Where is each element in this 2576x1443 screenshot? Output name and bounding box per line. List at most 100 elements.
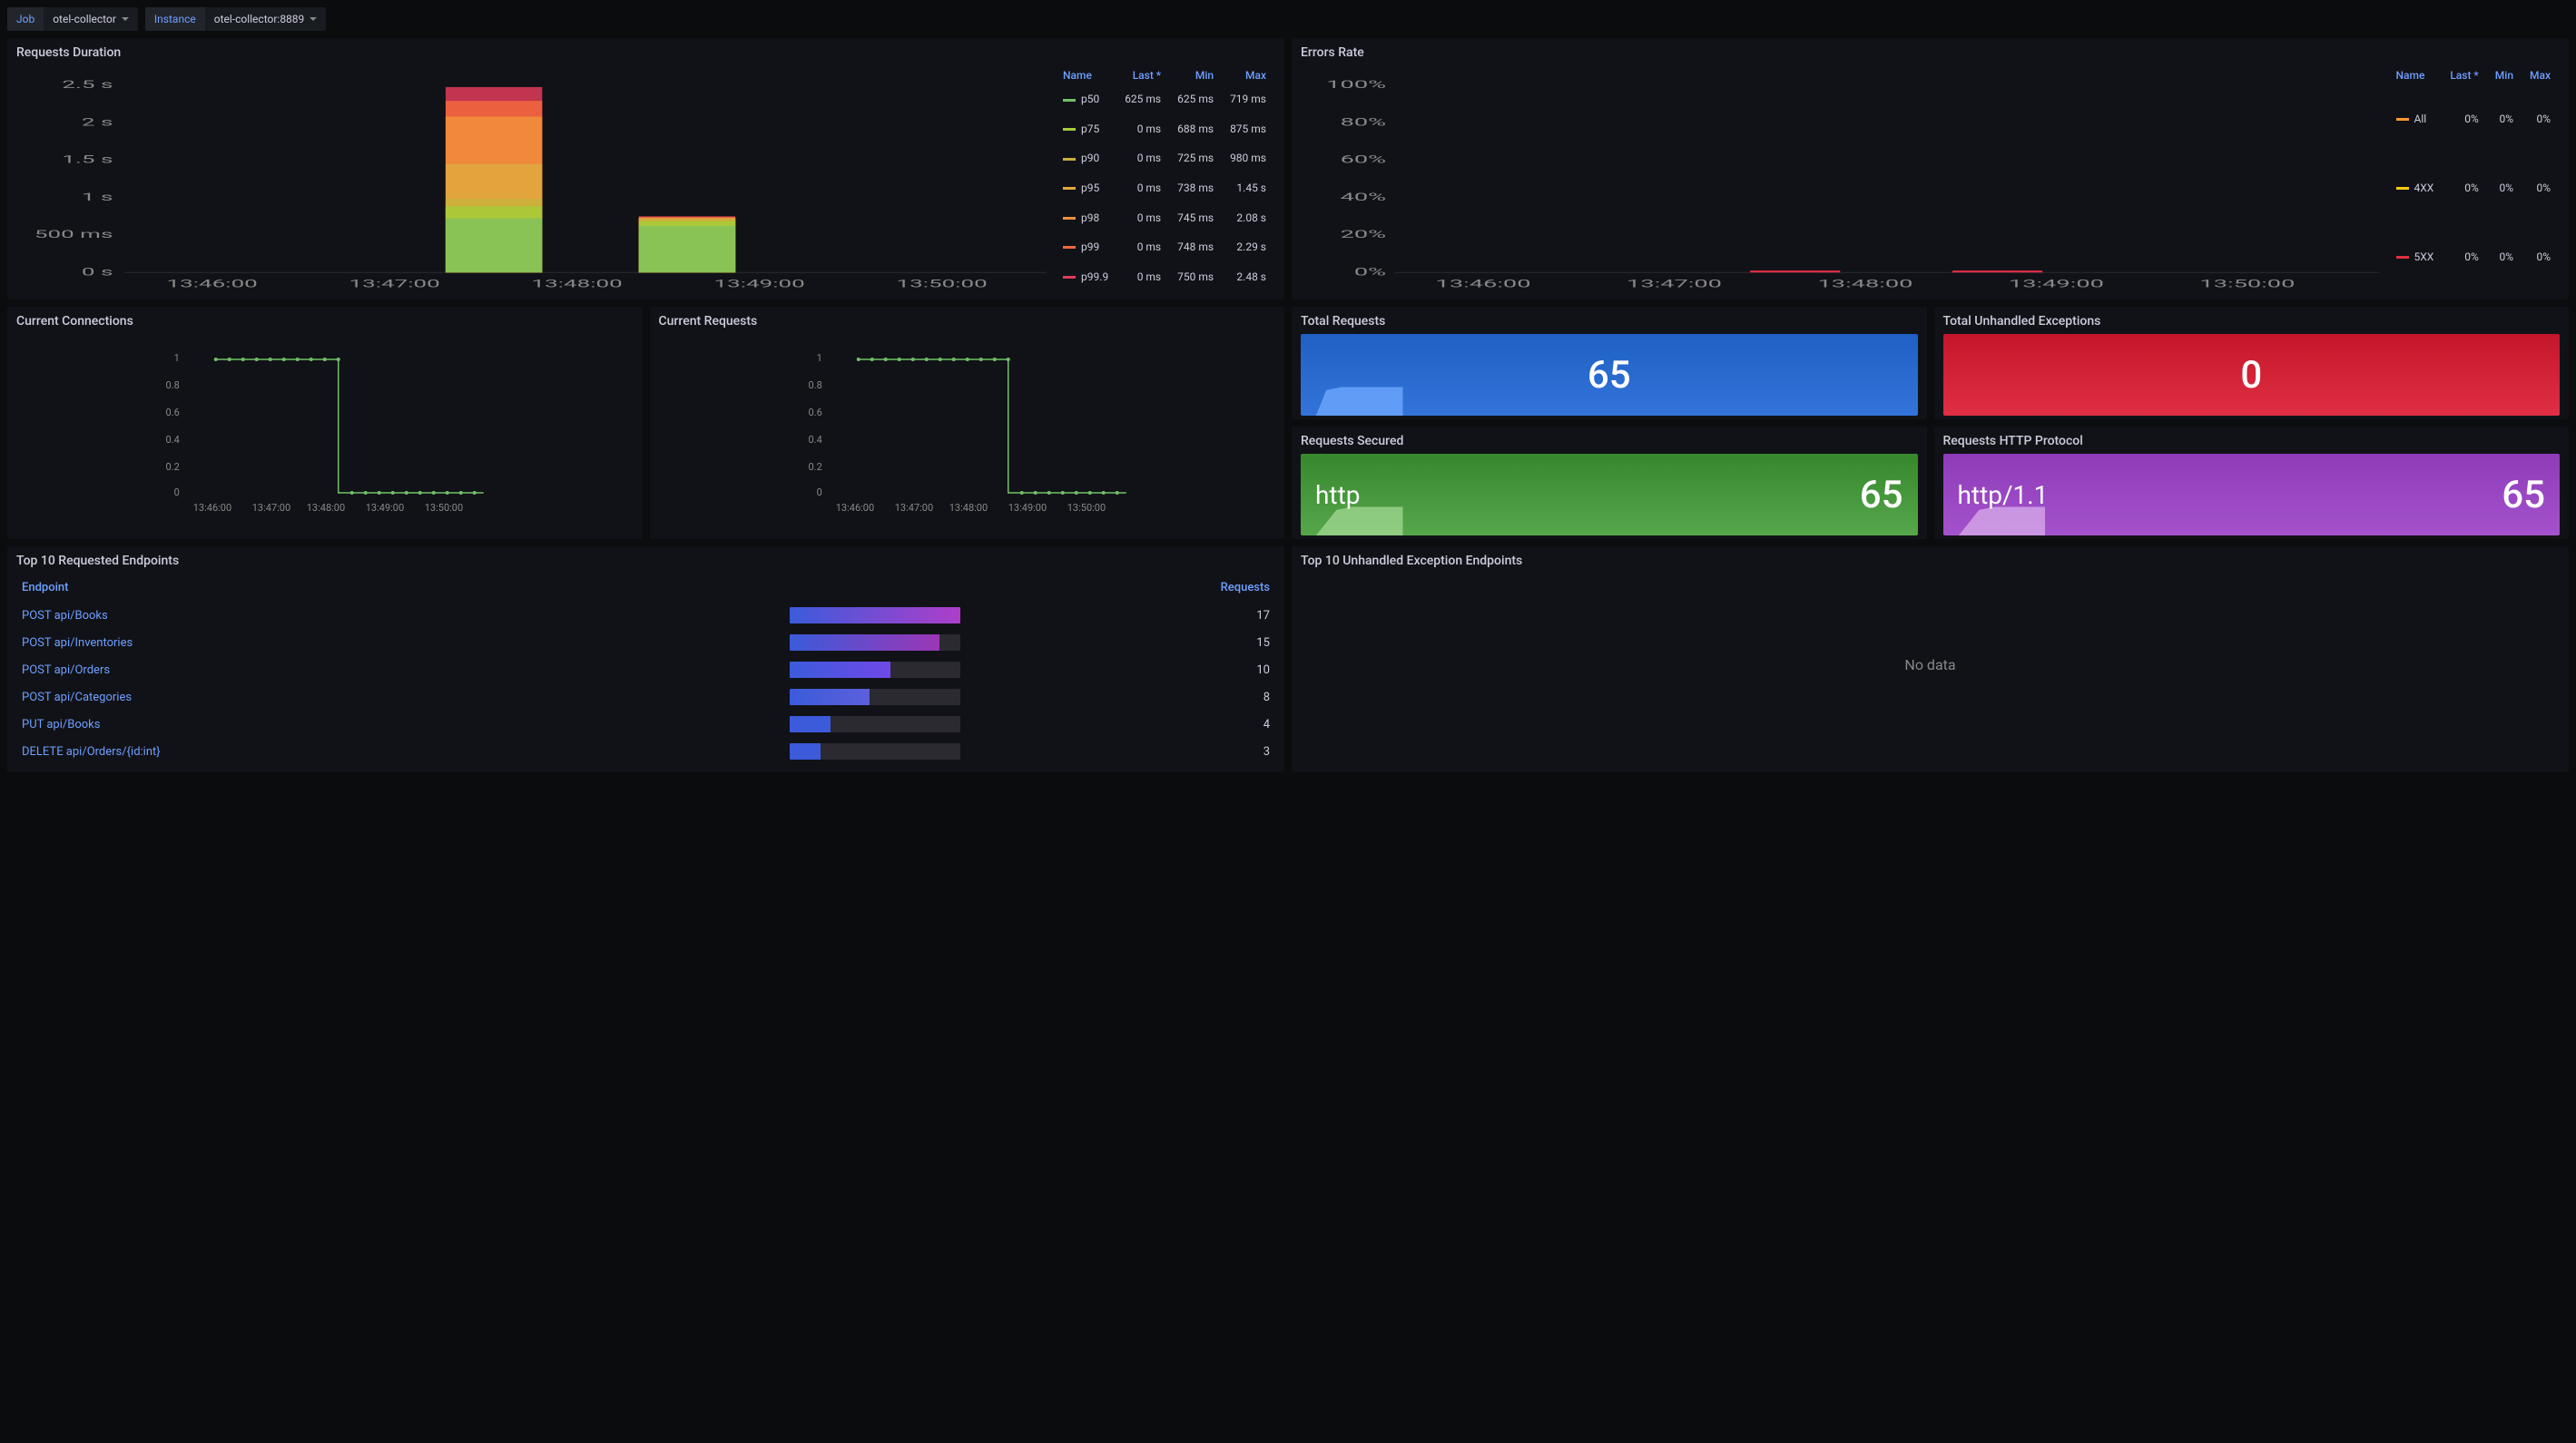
endpoint-link[interactable]: POST api/Books	[16, 602, 784, 629]
endpoint-count: 17	[966, 602, 1275, 629]
legend-row[interactable]: All0%0%0%	[2389, 85, 2558, 152]
legend-col-max[interactable]: Max	[1223, 67, 1273, 83]
panel-requests-protocol[interactable]: Requests HTTP Protocol http/1.1 65	[1934, 427, 2570, 539]
job-value: otel-collector	[53, 13, 116, 25]
no-data-message: No data	[1301, 574, 2560, 755]
svg-text:13:46:00: 13:46:00	[1436, 278, 1531, 290]
legend-row[interactable]: p99.90 ms750 ms2.48 s	[1056, 262, 1273, 290]
svg-text:1.5 s: 1.5 s	[62, 152, 113, 165]
legend-row[interactable]: p980 ms745 ms2.08 s	[1056, 203, 1273, 231]
instance-variable: Instance otel-collector:8889	[145, 7, 326, 31]
legend-col-name[interactable]: Name	[2389, 67, 2442, 83]
legend-row[interactable]: 4XX0%0%0%	[2389, 154, 2558, 221]
svg-text:13:47:00: 13:47:00	[1627, 278, 1722, 290]
svg-text:0.4: 0.4	[808, 434, 821, 446]
svg-text:13:46:00: 13:46:00	[835, 502, 873, 514]
table-row: DELETE api/Orders/{id:int} 3	[16, 738, 1275, 765]
stat-label: http/1.1	[1958, 480, 2049, 510]
endpoint-link[interactable]: DELETE api/Orders/{id:int}	[16, 738, 784, 765]
panel-title: Total Requests	[1301, 314, 1918, 329]
legend-col-last[interactable]: Last *	[1117, 67, 1168, 83]
svg-text:0.6: 0.6	[808, 407, 821, 418]
endpoint-link[interactable]: POST api/Orders	[16, 656, 784, 683]
requests-duration-chart[interactable]: 0 s 500 ms 1 s 1.5 s 2 s 2.5 s	[16, 65, 1047, 292]
svg-text:0.8: 0.8	[808, 379, 821, 391]
job-select[interactable]: otel-collector	[44, 7, 138, 31]
svg-text:80%: 80%	[1341, 116, 1387, 129]
svg-text:100%: 100%	[1326, 78, 1386, 91]
panel-top-exceptions[interactable]: Top 10 Unhandled Exception Endpoints No …	[1292, 546, 2569, 772]
legend-col-last[interactable]: Last *	[2443, 67, 2485, 83]
svg-text:0: 0	[816, 486, 821, 498]
table-row: POST api/Orders 10	[16, 656, 1275, 683]
svg-text:13:48:00: 13:48:00	[1818, 278, 1913, 290]
svg-text:1: 1	[816, 352, 821, 364]
table-row: POST api/Books 17	[16, 602, 1275, 629]
col-endpoint[interactable]: Endpoint	[16, 574, 784, 602]
current-requests-chart[interactable]: 1 0.8 0.6 0.4 0.2 0 13:46:00 13:47:00 13…	[659, 334, 1276, 515]
table-row: POST api/Inventories 15	[16, 629, 1275, 656]
legend-row[interactable]: p950 ms738 ms1.45 s	[1056, 174, 1273, 202]
svg-text:0.4: 0.4	[165, 434, 179, 446]
svg-text:13:46:00: 13:46:00	[193, 502, 231, 514]
svg-text:13:50:00: 13:50:00	[1067, 502, 1105, 514]
panel-title: Total Unhandled Exceptions	[1943, 314, 2561, 329]
panel-total-requests[interactable]: Total Requests 65	[1292, 307, 1927, 419]
panel-title: Current Connections	[16, 314, 634, 329]
endpoint-link[interactable]: POST api/Categories	[16, 683, 784, 711]
svg-text:13:50:00: 13:50:00	[897, 277, 988, 290]
panel-title: Top 10 Requested Endpoints	[16, 554, 1275, 568]
panel-requests-duration[interactable]: Requests Duration 0 s 500 ms 1 s 1.5 s 2…	[7, 38, 1284, 299]
endpoint-link[interactable]: PUT api/Books	[16, 711, 784, 738]
col-requests[interactable]: Requests	[966, 574, 1275, 602]
svg-text:60%: 60%	[1341, 153, 1387, 166]
instance-select[interactable]: otel-collector:8889	[205, 7, 327, 31]
legend-row[interactable]: p50625 ms625 ms719 ms	[1056, 85, 1273, 113]
svg-text:0%: 0%	[1354, 266, 1386, 279]
svg-text:13:49:00: 13:49:00	[1008, 502, 1046, 514]
svg-text:13:49:00: 13:49:00	[366, 502, 404, 514]
svg-text:13:47:00: 13:47:00	[252, 502, 290, 514]
legend-col-max[interactable]: Max	[2522, 67, 2558, 83]
svg-text:0 s: 0 s	[82, 265, 113, 278]
stat-value: 65	[1588, 353, 1631, 398]
variable-toolbar: Job otel-collector Instance otel-collect…	[7, 7, 2569, 31]
svg-text:13:47:00: 13:47:00	[894, 502, 932, 514]
legend-row[interactable]: p900 ms725 ms980 ms	[1056, 144, 1273, 172]
stat-label: http	[1315, 480, 1360, 510]
errors-rate-chart[interactable]: 0% 20% 40% 60% 80% 100% 13:46:00 13:47:0…	[1301, 65, 2380, 292]
svg-text:0.8: 0.8	[165, 379, 179, 391]
endpoint-count: 8	[966, 683, 1275, 711]
table-row: POST api/Categories 8	[16, 683, 1275, 711]
legend-col-min[interactable]: Min	[1170, 67, 1221, 83]
svg-text:2.5 s: 2.5 s	[62, 78, 113, 91]
svg-text:13:47:00: 13:47:00	[349, 277, 440, 290]
legend-row[interactable]: p750 ms688 ms875 ms	[1056, 115, 1273, 143]
svg-text:13:48:00: 13:48:00	[307, 502, 345, 514]
legend-col-min[interactable]: Min	[2488, 67, 2521, 83]
current-connections-chart[interactable]: 1 0.8 0.6 0.4 0.2 0 13:46:00 13:47:00 13…	[16, 334, 634, 515]
panel-errors-rate[interactable]: Errors Rate 0% 20% 40% 60% 80% 100% 13:4…	[1292, 38, 2569, 299]
endpoint-count: 15	[966, 629, 1275, 656]
svg-text:2 s: 2 s	[82, 115, 113, 128]
panel-total-unhandled[interactable]: Total Unhandled Exceptions 0	[1934, 307, 2570, 419]
svg-text:0.2: 0.2	[808, 461, 821, 473]
errors-legend: Name Last * Min Max All0%0%0%4XX0%0%0%5X…	[2387, 65, 2560, 292]
stat-value: 0	[2240, 353, 2262, 398]
legend-row[interactable]: p990 ms748 ms2.29 s	[1056, 233, 1273, 261]
panel-requests-secured[interactable]: Requests Secured http 65	[1292, 427, 1927, 539]
panel-current-requests[interactable]: Current Requests 1 0.8 0.6 0.4 0.2 0 13:…	[650, 307, 1285, 539]
stat-value: 65	[2502, 473, 2545, 517]
legend-col-name[interactable]: Name	[1056, 67, 1116, 83]
svg-text:13:48:00: 13:48:00	[532, 277, 623, 290]
instance-value: otel-collector:8889	[214, 13, 305, 25]
panel-title: Top 10 Unhandled Exception Endpoints	[1301, 554, 2560, 568]
endpoint-count: 4	[966, 711, 1275, 738]
endpoint-link[interactable]: POST api/Inventories	[16, 629, 784, 656]
panel-current-connections[interactable]: Current Connections 1 0.8 0.6 0.4 0.2 0 …	[7, 307, 643, 539]
panel-top-endpoints[interactable]: Top 10 Requested Endpoints Endpoint Requ…	[7, 546, 1284, 772]
chevron-down-icon	[122, 17, 129, 21]
svg-text:13:49:00: 13:49:00	[2009, 278, 2104, 290]
svg-text:1: 1	[174, 352, 180, 364]
legend-row[interactable]: 5XX0%0%0%	[2389, 223, 2558, 290]
